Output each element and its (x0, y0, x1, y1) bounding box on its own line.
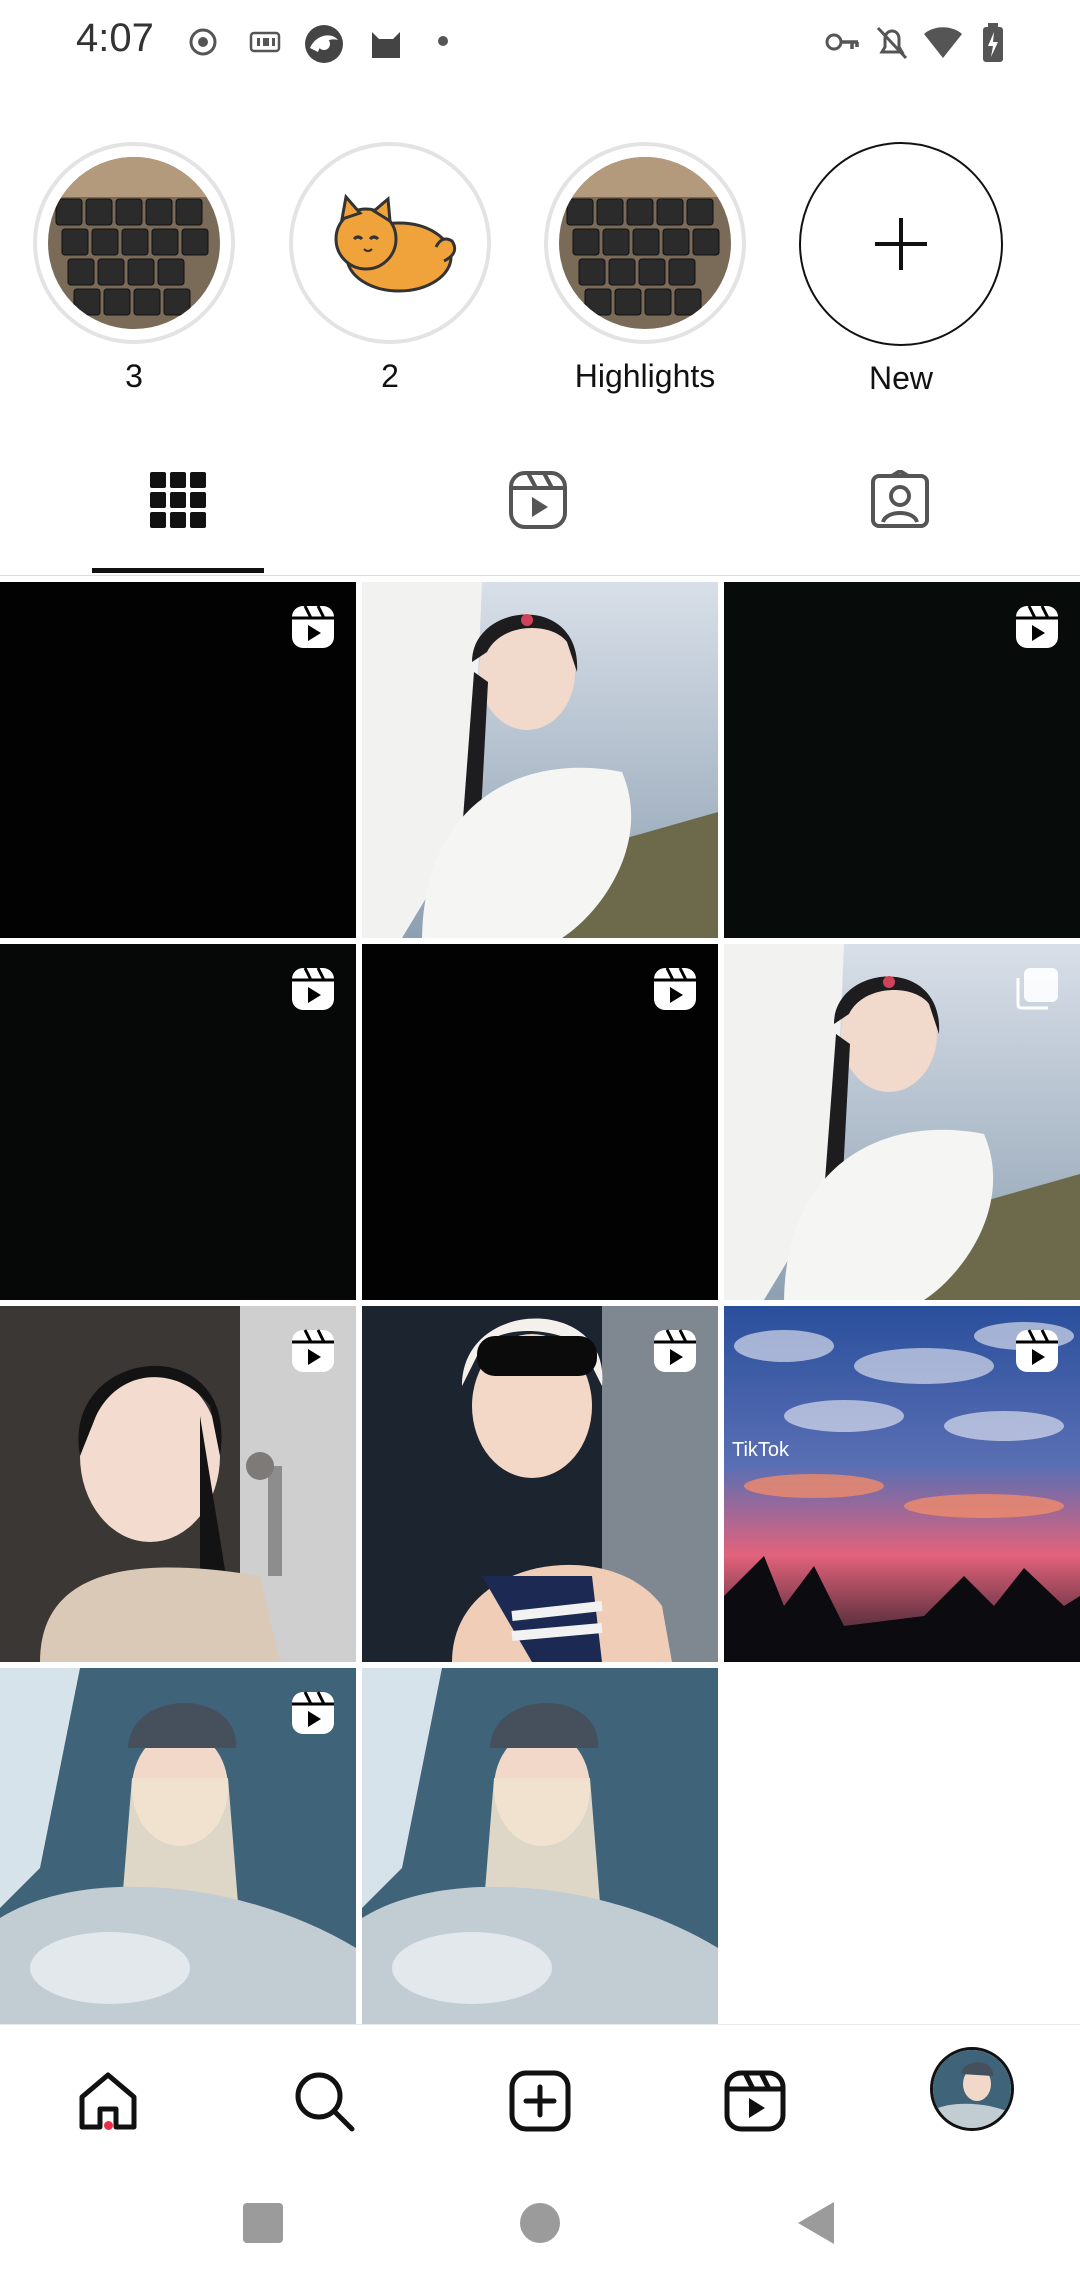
highlight-label: Highlights (574, 358, 716, 394)
post-thumbnail[interactable] (724, 944, 1080, 1300)
carousel-badge-icon (1016, 968, 1058, 1010)
reel-badge-icon (292, 1691, 334, 1734)
post-thumbnail[interactable]: TikTok (724, 1306, 1080, 1662)
tagged-user-icon[interactable] (870, 470, 930, 530)
wifi-icon (924, 27, 962, 58)
post-thumbnail[interactable] (724, 582, 1080, 938)
home-button[interactable] (519, 2202, 561, 2244)
back-button[interactable] (796, 2200, 836, 2246)
status-bar: 4:07 (0, 0, 1080, 88)
post-thumbnail[interactable] (362, 582, 718, 938)
highlight-label: 3 (125, 358, 143, 394)
post-thumbnail[interactable] (0, 582, 356, 938)
iqiyi-icon (249, 31, 281, 53)
highlight-item[interactable]: Highlights (542, 142, 748, 395)
reel-badge-icon (292, 967, 334, 1010)
reel-badge-icon (1016, 605, 1058, 648)
post-thumbnail[interactable] (0, 1668, 356, 2024)
system-navigation-bar (0, 2164, 1080, 2280)
reel-badge-icon (1016, 1329, 1058, 1372)
search-icon[interactable] (292, 2069, 356, 2133)
post-thumbnail[interactable] (362, 1306, 718, 1662)
plus-icon (875, 218, 927, 270)
recent-apps-button[interactable] (242, 2202, 284, 2244)
selected-tab-indicator (92, 568, 264, 573)
reel-badge-icon (654, 1329, 696, 1372)
post-thumbnail[interactable] (0, 944, 356, 1300)
highlight-item[interactable]: 3 (31, 142, 237, 395)
new-highlight-button[interactable]: New (798, 142, 1004, 397)
tab-divider (0, 575, 1080, 576)
post-thumbnail[interactable] (362, 1668, 718, 2024)
highlight-cover-keyboard (48, 157, 220, 329)
reels-icon[interactable] (723, 2069, 787, 2133)
post-thumbnail[interactable] (362, 944, 718, 1300)
dot-icon (438, 36, 448, 46)
notification-dot (104, 2121, 113, 2130)
highlight-cover-keyboard (559, 157, 731, 329)
reels-icon[interactable] (508, 470, 568, 530)
highlight-label: New (868, 360, 933, 396)
post-thumbnail[interactable] (0, 1306, 356, 1662)
profile-avatar[interactable] (930, 2047, 1014, 2131)
tiktok-watermark: TikTok (732, 1439, 790, 1461)
cat-app-icon (372, 32, 400, 58)
reel-badge-icon (292, 1329, 334, 1372)
reel-badge-icon (654, 967, 696, 1010)
grid-icon[interactable] (148, 470, 208, 530)
reel-badge-icon (292, 605, 334, 648)
vpn-key-icon (825, 33, 859, 51)
bottom-navigation (0, 2024, 1080, 2165)
highlight-cover-cat (304, 157, 476, 329)
browser-icon (305, 25, 343, 63)
bell-off-icon (876, 26, 908, 60)
record-icon (189, 28, 217, 56)
battery-charging-icon (983, 23, 1003, 62)
highlight-label: 2 (381, 358, 399, 394)
highlight-item[interactable]: 2 (287, 142, 493, 395)
status-time: 4:07 (76, 16, 154, 60)
add-post-icon[interactable] (508, 2069, 572, 2133)
